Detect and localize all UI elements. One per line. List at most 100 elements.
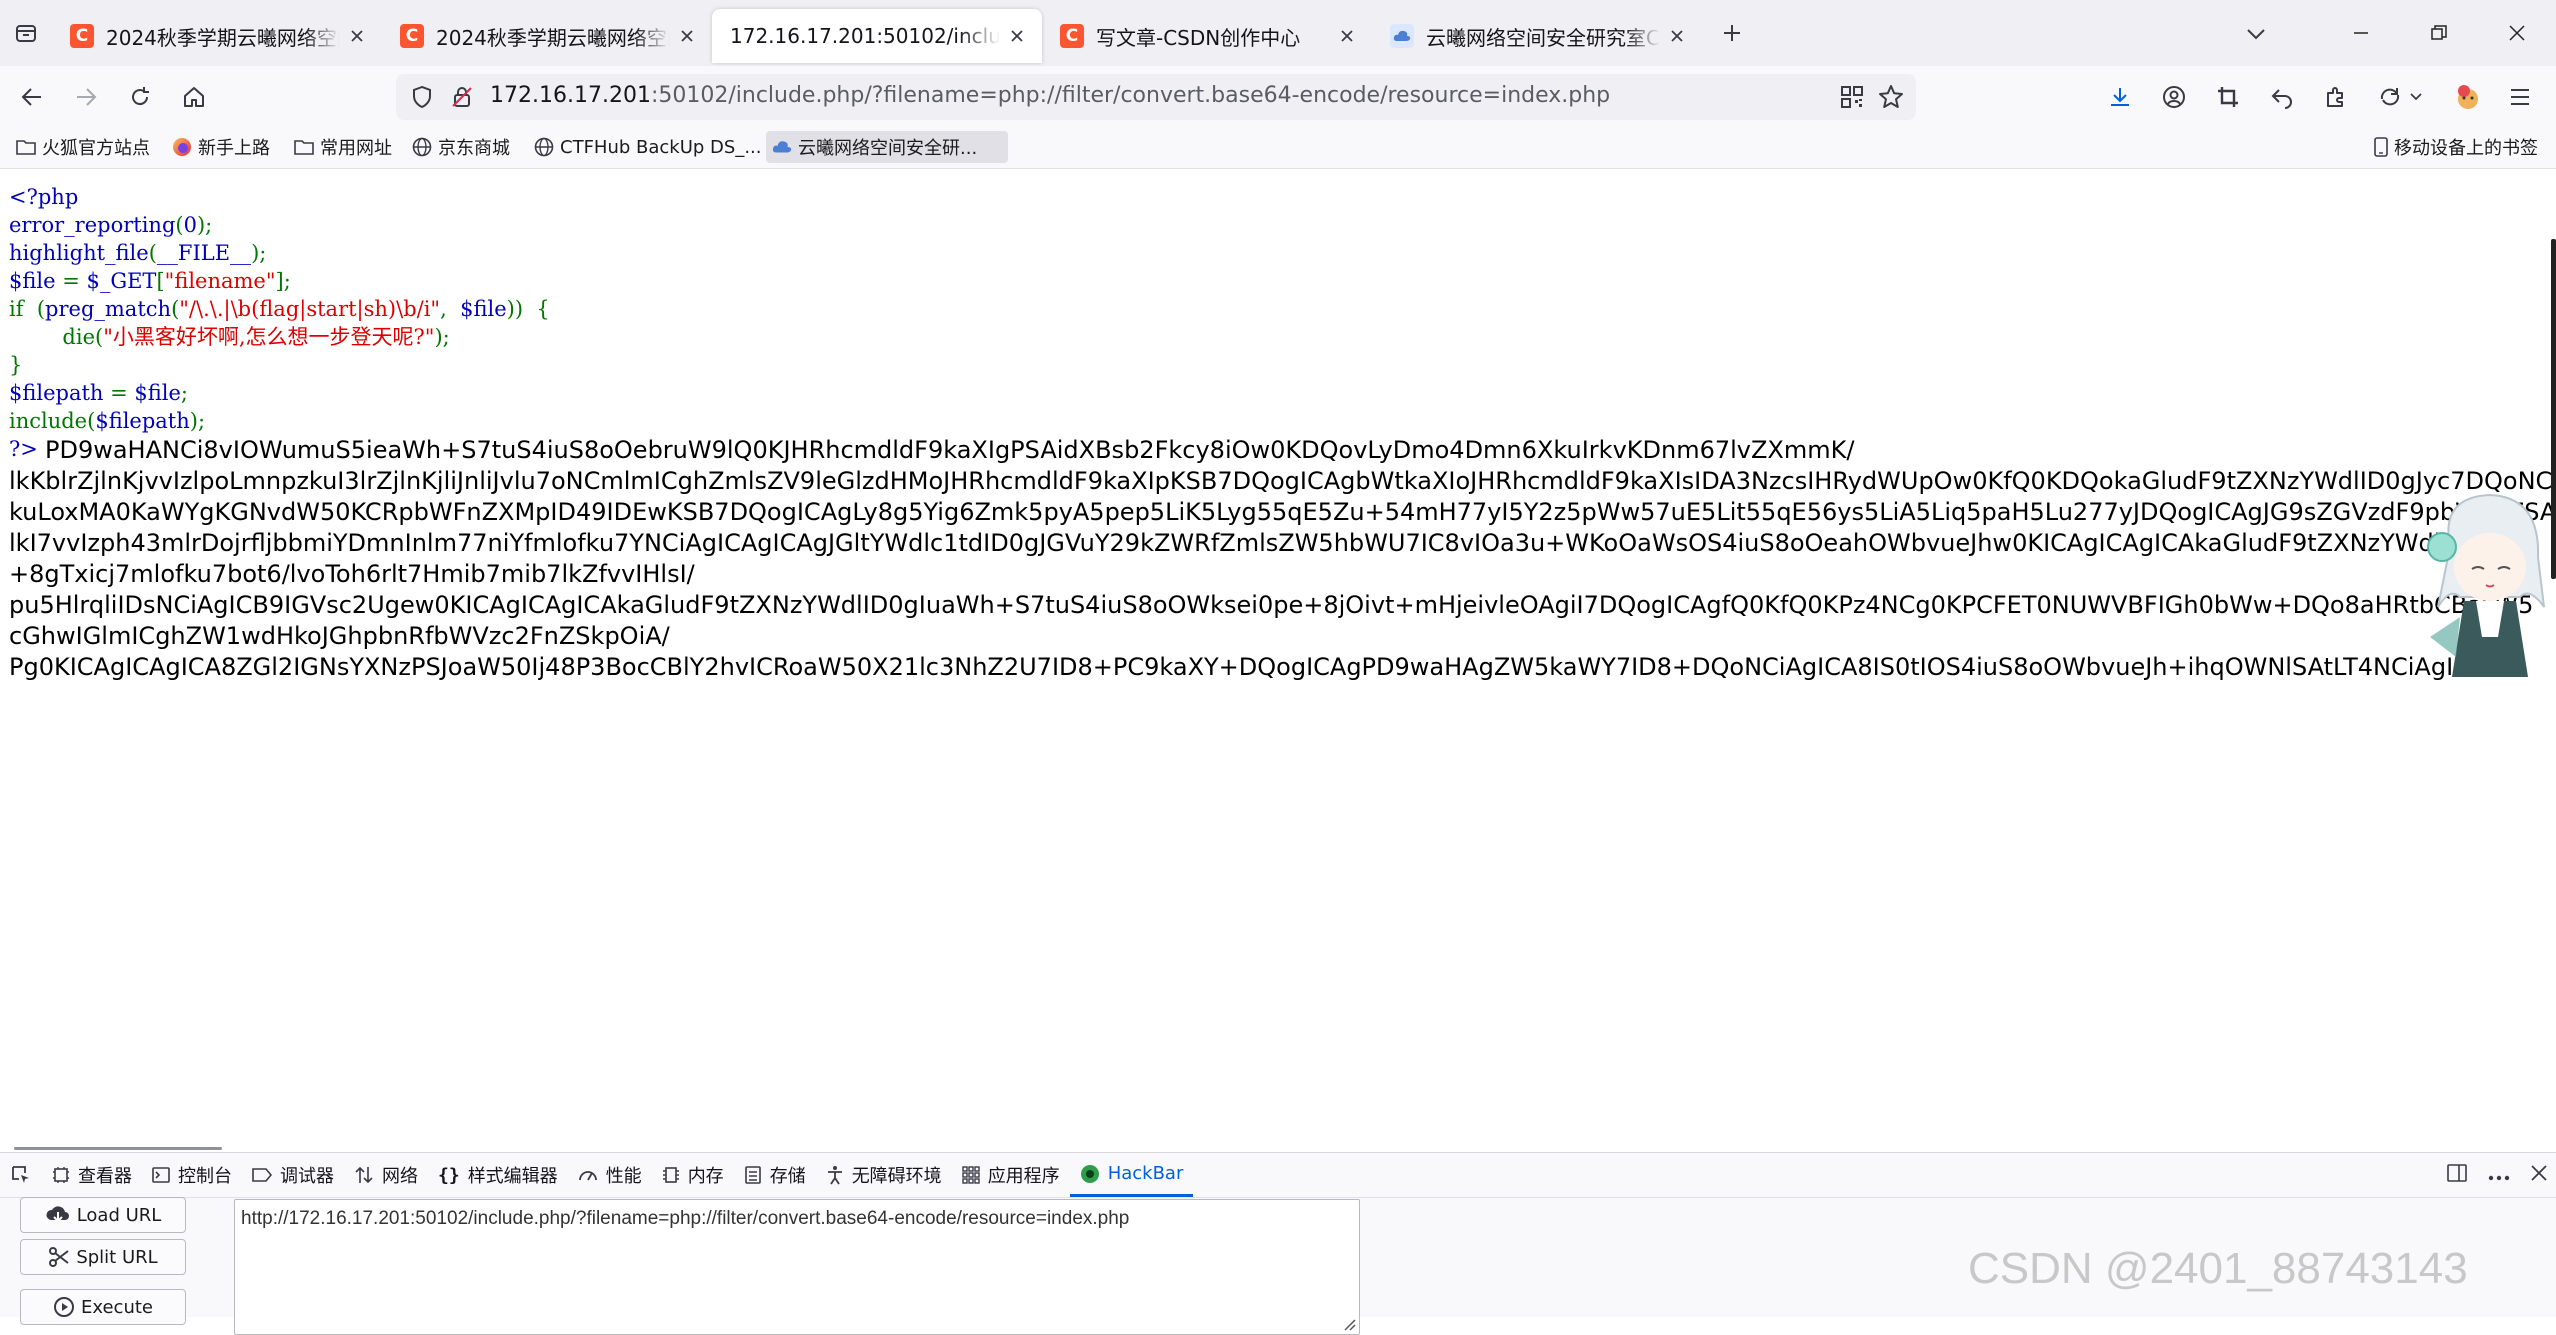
- account-button[interactable]: [2154, 77, 2194, 117]
- output-line: lkI7vvIzph43mlrDojrfljbbmiYDmnInlm77niYf…: [9, 529, 2534, 557]
- chevron-down-icon: [2410, 93, 2422, 101]
- devtools-tab-inspector[interactable]: 查看器: [42, 1153, 142, 1197]
- devtools-tab-application[interactable]: 应用程序: [952, 1153, 1070, 1197]
- list-all-tabs-button[interactable]: [2236, 14, 2276, 54]
- address-bar[interactable]: 172.16.17.201:50102/include.php/?filenam…: [396, 74, 1916, 120]
- back-button[interactable]: [12, 77, 52, 117]
- mobile-device-icon: [2374, 137, 2388, 157]
- devtools-tab-label: 查看器: [78, 1166, 132, 1187]
- code-token: $filepath: [9, 381, 104, 405]
- bookmark-star-icon[interactable]: [1878, 84, 1904, 116]
- code-token: die: [62, 325, 95, 349]
- mobile-bookmarks[interactable]: 移动设备上的书签: [2368, 131, 2544, 163]
- forward-button[interactable]: [66, 77, 106, 117]
- execute-button[interactable]: Execute: [20, 1289, 186, 1325]
- code-token: $file: [134, 381, 181, 405]
- devtools-tab-label: 控制台: [178, 1166, 232, 1187]
- csdn-watermark: CSDN @2401_88743143: [1968, 1244, 2468, 1293]
- devtools-tab-bar: 查看器 控制台 调试器 网络 {} 样式编辑器 性能 内存 存储 无障碍环境 应…: [0, 1153, 2556, 1198]
- hamburger-menu-icon: [2511, 89, 2529, 105]
- devtools-tab-console[interactable]: 控制台: [142, 1153, 242, 1197]
- undo-button[interactable]: [2262, 77, 2302, 117]
- undo-icon: [2271, 89, 2292, 109]
- browser-tab[interactable]: C 写文章-CSDN创作中心: [1042, 9, 1372, 63]
- devtools-tab-memory[interactable]: 内存: [652, 1153, 734, 1197]
- url-text[interactable]: 172.16.17.201:50102/include.php/?filenam…: [490, 83, 1610, 108]
- tab-manager-button[interactable]: [0, 0, 52, 66]
- code-token: error_reporting: [9, 213, 176, 237]
- sync-button[interactable]: [2370, 77, 2430, 117]
- minimize-button[interactable]: [2322, 0, 2400, 66]
- hackbar-url-textarea[interactable]: http://172.16.17.201:50102/include.php/?…: [234, 1199, 1360, 1335]
- more-options-icon[interactable]: [2488, 1166, 2510, 1185]
- chevron-down-icon: [2247, 29, 2265, 40]
- close-tab-icon[interactable]: [1666, 25, 1688, 47]
- qr-code-icon[interactable]: [1840, 85, 1864, 115]
- code-token: (: [95, 325, 104, 349]
- element-picker-button[interactable]: [0, 1153, 42, 1197]
- new-tab-button[interactable]: [1708, 9, 1756, 57]
- close-tab-icon[interactable]: [1336, 25, 1358, 47]
- devtools-tab-label: 网络: [382, 1166, 418, 1187]
- folder-icon: [294, 138, 314, 156]
- split-url-button[interactable]: Split URL: [20, 1239, 186, 1275]
- app-menu-button[interactable]: [2500, 77, 2540, 117]
- bookmark-item[interactable]: 常用网址: [288, 131, 398, 163]
- console-icon: [152, 1166, 170, 1184]
- browser-tab[interactable]: 云曦网络空间安全研究室CTF复: [1372, 9, 1702, 63]
- extensions-button[interactable]: [2316, 77, 2356, 117]
- devtools-tab-debugger[interactable]: 调试器: [242, 1153, 344, 1197]
- home-button[interactable]: [174, 77, 214, 117]
- bookmark-item[interactable]: 京东商城: [406, 131, 516, 163]
- close-tab-icon[interactable]: [346, 25, 368, 47]
- output-line: +8gTxicj7mlofku7bot6/lvoToh6rlt7Hmib7mib…: [9, 560, 695, 588]
- dock-side-icon[interactable]: [2446, 1162, 2468, 1188]
- code-token: );: [189, 409, 206, 433]
- resize-grip-icon[interactable]: [1339, 1314, 1357, 1332]
- close-devtools-icon[interactable]: [2530, 1164, 2548, 1186]
- output-line: PD9waHANCi8vIOWumuS5ieaWh+S7tuS4iuS8oOeb…: [45, 436, 1855, 464]
- devtools-tab-accessibility[interactable]: 无障碍环境: [816, 1153, 952, 1197]
- play-icon: [53, 1296, 75, 1318]
- code-token: "小黑客好坏啊,怎么想一步登天呢?": [103, 325, 435, 349]
- bookmark-item[interactable]: 火狐官方站点: [10, 131, 156, 163]
- devtools-tab-performance[interactable]: 性能: [568, 1153, 652, 1197]
- close-icon: [2509, 25, 2525, 41]
- bookmark-item[interactable]: CTFHub BackUp DS_...: [528, 131, 767, 163]
- url-host: 172.16.17.201: [490, 83, 651, 108]
- close-tab-icon[interactable]: [676, 25, 698, 47]
- inspector-icon: [52, 1166, 70, 1184]
- code-token: );: [196, 213, 213, 237]
- output-line: lkKblrZjlnKjvvIzlpoLmnpzkuI3lrZjlnKjliJn…: [9, 467, 2556, 495]
- reload-button[interactable]: [120, 77, 160, 117]
- tab-title: 云曦网络空间安全研究室CTF复: [1426, 25, 1660, 50]
- code-token: 0: [183, 213, 197, 237]
- bookmark-item[interactable]: 云曦网络空间安全研...: [766, 131, 1008, 163]
- code-token: );: [434, 325, 450, 349]
- devtools-tab-storage[interactable]: 存储: [734, 1153, 816, 1197]
- close-tab-icon[interactable]: [1006, 25, 1028, 47]
- hackbar-url-value[interactable]: http://172.16.17.201:50102/include.php/?…: [241, 1208, 1129, 1229]
- extension-avatar-icon: [2458, 85, 2478, 109]
- url-path: :50102/include.php/?filename=php://filte…: [650, 83, 1611, 108]
- close-window-button[interactable]: [2478, 0, 2556, 66]
- insecure-lock-icon[interactable]: [450, 85, 474, 115]
- downloads-button[interactable]: [2100, 77, 2140, 117]
- download-icon: [45, 1204, 71, 1226]
- browser-tab[interactable]: C 2024秋季学期云曦网络空间安全: [382, 9, 712, 63]
- bookmark-label: 常用网址: [320, 138, 392, 159]
- bookmark-item[interactable]: 新手上路: [166, 131, 276, 163]
- restore-button[interactable]: [2400, 0, 2478, 66]
- shield-icon[interactable]: [410, 85, 434, 115]
- devtools-tab-label: 样式编辑器: [467, 1166, 558, 1187]
- devtools-resize-handle[interactable]: [14, 1147, 222, 1150]
- devtools-tab-hackbar[interactable]: HackBar: [1069, 1153, 1194, 1197]
- globe-icon: [412, 137, 432, 157]
- browser-tab[interactable]: C 2024秋季学期云曦网络空间安全: [52, 9, 382, 63]
- browser-tab-active[interactable]: 172.16.17.201:50102/include.php: [712, 9, 1042, 63]
- screenshot-button[interactable]: [2208, 77, 2248, 117]
- devtools-tab-network[interactable]: 网络: [344, 1153, 428, 1197]
- devtools-tab-style-editor[interactable]: {} 样式编辑器: [428, 1153, 568, 1197]
- load-url-button[interactable]: Load URL: [20, 1197, 186, 1233]
- extension-avatar-button[interactable]: [2448, 77, 2488, 117]
